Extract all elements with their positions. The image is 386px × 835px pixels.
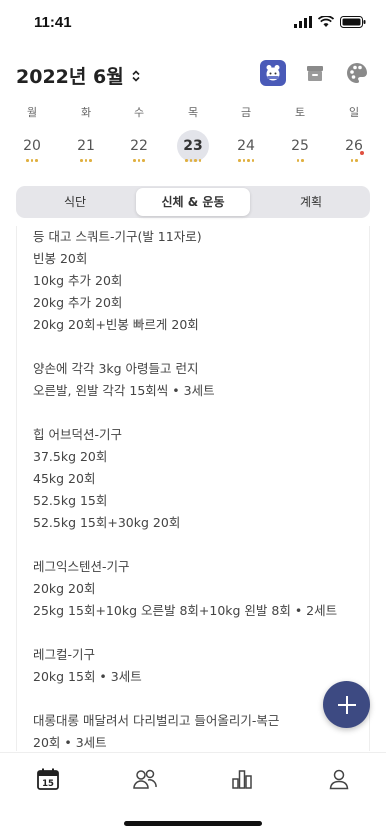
tab-friends[interactable]	[131, 765, 159, 793]
segmented-tabs: 식단 신체 & 운동 계획	[16, 186, 370, 218]
tab-body-exercise[interactable]: 신체 & 운동	[136, 188, 250, 216]
archive-button[interactable]	[302, 60, 328, 86]
day-sat[interactable]: 토 25	[280, 104, 320, 165]
day-name: 월	[26, 106, 38, 119]
day-name: 수	[133, 106, 145, 119]
day-thu[interactable]: 목 23	[173, 104, 213, 165]
bottom-tab-bar: 15	[0, 752, 386, 804]
header: 2022년 6월	[0, 58, 386, 92]
day-number: 22	[130, 138, 148, 154]
day-sun[interactable]: 일 26	[334, 104, 374, 165]
day-name: 토	[294, 106, 306, 119]
note-line: 37.5kg 20회	[33, 449, 108, 464]
people-icon	[133, 769, 157, 789]
note-line: 20kg 20회+빈봉 빠르게 20회	[33, 317, 199, 332]
exercise-notes[interactable]: 등 대고 스쿼트-기구(발 11자로) 빈봉 20회 10kg 추가 20회 20kg…	[16, 226, 370, 751]
note-line: 힙 어브덕션-기구	[33, 427, 122, 442]
calendar-icon: 15	[37, 768, 59, 790]
day-number: 26	[345, 138, 363, 154]
day-dots	[12, 159, 52, 165]
status-bar: 11:41	[0, 0, 386, 48]
chevron-updown-icon	[132, 69, 140, 82]
tab-stats[interactable]	[228, 765, 256, 793]
day-dots	[66, 159, 106, 165]
day-name: 화	[80, 106, 92, 119]
month-title: 2022년 6월	[16, 66, 124, 88]
note-line: 25kg 15회+10kg 오른발 8회+10kg 왼발 8회 • 2세트	[33, 603, 338, 618]
note-line: 52.5kg 15회+30kg 20회	[33, 515, 181, 530]
character-icon	[260, 60, 286, 86]
day-number: 21	[77, 138, 95, 154]
day-tue[interactable]: 화 21	[66, 104, 106, 165]
note-line: 20kg 추가 20회	[33, 295, 123, 310]
note-line: 45kg 20회	[33, 471, 96, 486]
tab-profile[interactable]	[325, 765, 353, 793]
week-strip: 월 20 화 21 수 22 목 23 금 24 토 25 일 26	[0, 104, 386, 174]
note-line: 20kg 15회 • 3세트	[33, 669, 142, 684]
day-name: 일	[348, 106, 360, 119]
note-line: 52.5kg 15회	[33, 493, 108, 508]
note-line: 대롱대롱 매달려서 다리벌리고 들어올리기-복근	[33, 713, 280, 728]
day-wed[interactable]: 수 22	[119, 104, 159, 165]
theme-button[interactable]	[344, 60, 370, 86]
day-fri[interactable]: 금 24	[226, 104, 266, 165]
note-line: 20회 • 3세트	[33, 735, 107, 750]
plus-icon	[337, 695, 356, 714]
wifi-icon	[318, 16, 334, 27]
battery-icon	[340, 16, 366, 28]
note-line: 레그익스텐션-기구	[33, 559, 130, 574]
note-line: 오른발, 왼발 각각 15회씩 • 3세트	[33, 383, 215, 398]
note-line: 레그컬-기구	[33, 647, 96, 662]
note-line: 빈봉 20회	[33, 251, 88, 266]
month-selector[interactable]: 2022년 6월	[16, 62, 140, 89]
note-line: 등 대고 스쿼트-기구(발 11자로)	[33, 229, 202, 244]
person-icon	[329, 769, 349, 790]
day-number: 24	[237, 138, 255, 154]
day-number-selected: 23	[177, 130, 209, 162]
day-mon[interactable]: 월 20	[12, 104, 52, 165]
tab-plan[interactable]: 계획	[254, 188, 368, 216]
note-line: 양손에 각각 3kg 아령들고 런지	[33, 361, 199, 376]
note-line: 20kg 20회	[33, 581, 96, 596]
palette-icon	[347, 63, 367, 83]
archive-icon	[307, 66, 323, 81]
day-name: 목	[187, 106, 199, 119]
status-icons	[294, 16, 366, 28]
tab-calendar[interactable]: 15	[34, 765, 62, 793]
day-number: 25	[291, 138, 309, 154]
profile-character-button[interactable]	[260, 60, 286, 86]
home-indicator	[124, 821, 262, 826]
today-marker	[360, 151, 364, 155]
day-dots	[119, 159, 159, 165]
day-name: 금	[240, 106, 252, 119]
add-button[interactable]	[323, 681, 370, 728]
signal-icon	[294, 16, 312, 28]
status-time: 11:41	[34, 14, 72, 31]
note-line: 10kg 추가 20회	[33, 273, 123, 288]
calendar-day-label: 15	[42, 779, 54, 789]
bar-chart-icon	[232, 770, 252, 789]
day-number: 20	[23, 138, 41, 154]
tab-diet[interactable]: 식단	[18, 188, 132, 216]
